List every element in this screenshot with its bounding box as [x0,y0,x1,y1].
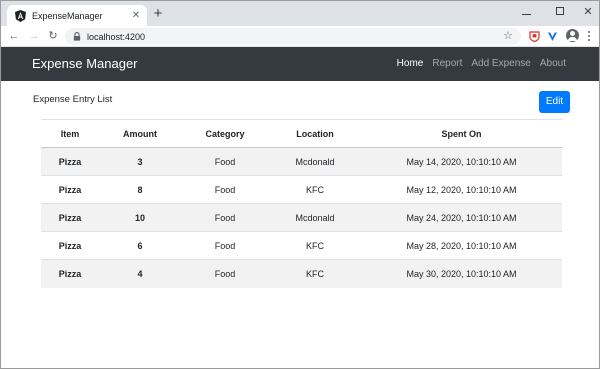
table-row: Pizza 10 Food Mcdonald May 24, 2020, 10:… [41,203,562,232]
cell-item: Pizza [41,203,99,232]
table-row: Pizza 8 Food KFC May 12, 2020, 10:10:10 … [41,175,562,204]
cell-location: KFC [269,259,361,288]
cell-spent-on: May 28, 2020, 10:10:10 AM [361,231,562,260]
table-header-row: Item Amount Category Location Spent On [41,119,562,148]
extension-icon[interactable] [528,30,540,42]
app-navbar: Expense Manager Home Report Add Expense … [1,47,599,81]
back-arrow-icon[interactable]: ← [7,29,21,43]
cell-category: Food [181,231,269,260]
table-row: Pizza 6 Food KFC May 28, 2020, 10:10:10 … [41,231,562,260]
nav-link-about[interactable]: About [540,58,566,69]
url-text: localhost:4200 [87,31,146,42]
page-title: Expense Entry List [33,94,113,105]
star-icon[interactable]: ☆ [503,29,513,44]
cell-item: Pizza [41,147,99,176]
cell-amount: 6 [99,231,181,260]
address-bar[interactable]: localhost:4200 ☆ [65,28,521,45]
column-header-location: Location [269,119,361,148]
cell-item: Pizza [41,259,99,288]
forward-arrow-icon[interactable]: → [27,29,41,43]
table-row: Pizza 3 Food Mcdonald May 14, 2020, 10:1… [41,147,562,176]
cell-amount: 10 [99,203,181,232]
cell-location: Mcdonald [269,203,361,232]
kebab-menu-icon[interactable] [585,30,593,42]
column-header-spent-on: Spent On [361,119,562,148]
minimize-icon[interactable] [509,3,543,19]
cell-location: Mcdonald [269,147,361,176]
browser-tab-strip: ExpenseManager ✕ + ✕ [1,1,599,26]
nav-link-report[interactable]: Report [432,58,462,69]
cell-spent-on: May 30, 2020, 10:10:10 AM [361,259,562,288]
reload-icon[interactable]: ↻ [46,29,60,43]
column-header-amount: Amount [99,119,181,148]
new-tab-icon[interactable]: + [151,6,165,21]
cell-amount: 8 [99,175,181,204]
expense-table: Item Amount Category Location Spent On P… [41,119,562,288]
tab-title: ExpenseManager [32,10,103,21]
cell-category: Food [181,147,269,176]
cell-category: Food [181,175,269,204]
brand-title[interactable]: Expense Manager [32,56,138,71]
cell-amount: 4 [99,259,181,288]
profile-icon[interactable] [566,29,579,42]
cell-spent-on: May 12, 2020, 10:10:10 AM [361,175,562,204]
browser-toolbar: ← → ↻ localhost:4200 ☆ [1,26,599,47]
cell-item: Pizza [41,231,99,260]
cell-category: Food [181,259,269,288]
cell-spent-on: May 24, 2020, 10:10:10 AM [361,203,562,232]
angular-favicon-icon [14,9,26,22]
extension-icon[interactable] [546,30,558,42]
cell-category: Food [181,203,269,232]
cell-location: KFC [269,231,361,260]
nav-link-home[interactable]: Home [397,58,424,69]
column-header-item: Item [41,119,99,148]
cell-amount: 3 [99,147,181,176]
edit-button[interactable]: Edit [539,91,570,113]
column-header-category: Category [181,119,269,148]
table-row: Pizza 4 Food KFC May 30, 2020, 10:10:10 … [41,259,562,288]
window-close-icon[interactable]: ✕ [571,3,600,19]
cell-location: KFC [269,175,361,204]
cell-item: Pizza [41,175,99,204]
browser-tab[interactable]: ExpenseManager ✕ [7,5,147,26]
cell-spent-on: May 14, 2020, 10:10:10 AM [361,147,562,176]
nav-link-add-expense[interactable]: Add Expense [471,58,531,69]
nav-links: Home Report Add Expense About [388,58,566,69]
lock-icon[interactable] [73,32,81,41]
close-icon[interactable]: ✕ [131,10,141,21]
